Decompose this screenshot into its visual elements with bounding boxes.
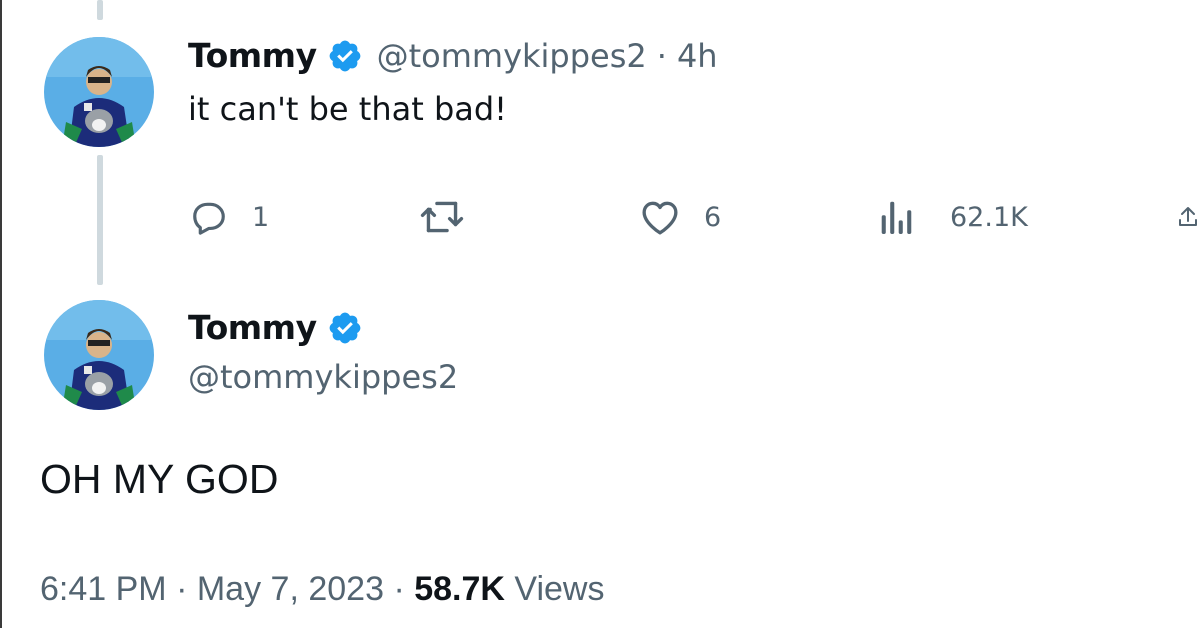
- verified-badge-icon: [329, 312, 360, 343]
- share-button[interactable]: [1176, 198, 1200, 236]
- handle[interactable]: @tommykippes2: [377, 37, 647, 75]
- verified-badge-icon: [329, 40, 360, 71]
- timestamp[interactable]: 4h: [677, 37, 718, 75]
- main-tweet-header: Tommy: [188, 308, 363, 347]
- parent-tweet-text: it can't be that bad!: [188, 90, 507, 128]
- views-count: 58.7K: [414, 570, 505, 608]
- reply-button[interactable]: 1: [190, 198, 269, 236]
- thread-line-top: [97, 0, 103, 20]
- avatar-image: [44, 300, 154, 410]
- avatar[interactable]: [44, 300, 154, 410]
- like-button[interactable]: 6: [640, 198, 721, 236]
- like-count: 6: [704, 201, 722, 233]
- parent-tweet-header: Tommy @tommykippes2 · 4h: [188, 36, 718, 75]
- frame-border: [0, 0, 2, 628]
- tweet-footer: 6:41 PM · May 7, 2023 · 58.7K Views: [40, 570, 605, 609]
- display-name[interactable]: Tommy: [188, 308, 317, 347]
- retweet-icon: [420, 201, 464, 233]
- separator: ·: [393, 570, 405, 608]
- reply-count: 1: [252, 201, 270, 233]
- avatar[interactable]: [44, 37, 154, 147]
- tweet-date[interactable]: May 7, 2023: [197, 570, 384, 608]
- handle[interactable]: @tommykippes2: [188, 358, 458, 396]
- main-tweet-text: OH MY GOD: [40, 456, 279, 502]
- separator: ·: [176, 570, 188, 608]
- view-count: 62.1K: [950, 201, 1028, 233]
- thread-line-middle: [97, 155, 103, 285]
- separator: ·: [656, 36, 667, 75]
- display-name[interactable]: Tommy: [188, 36, 317, 75]
- retweet-button[interactable]: [420, 198, 488, 236]
- reply-icon: [193, 202, 225, 235]
- tweet-time[interactable]: 6:41 PM: [40, 570, 167, 608]
- analytics-icon: [881, 201, 912, 234]
- views-button[interactable]: 62.1K: [880, 198, 1028, 236]
- heart-icon: [642, 201, 678, 235]
- share-icon: [1179, 207, 1197, 226]
- avatar-image: [44, 37, 154, 147]
- views-label: Views: [514, 570, 605, 608]
